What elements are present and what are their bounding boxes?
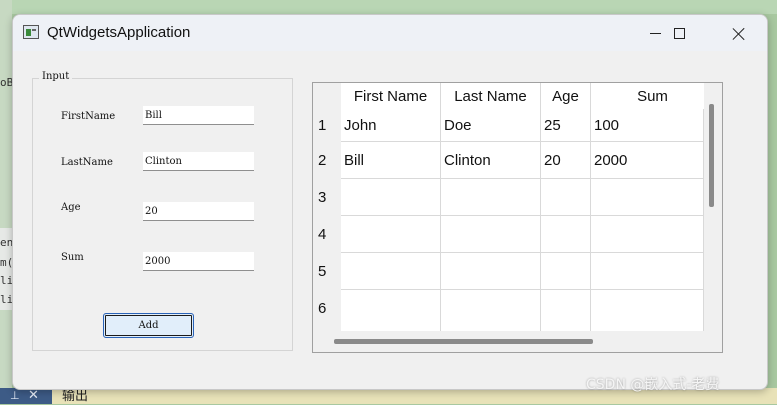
desktop-background (0, 0, 777, 14)
sum-input[interactable] (143, 252, 254, 271)
row-header[interactable]: 4 (313, 216, 341, 253)
table-cell[interactable] (541, 179, 591, 216)
horizontal-scroll-thumb[interactable] (334, 339, 593, 344)
output-panel-label[interactable]: 输出 (62, 389, 88, 405)
table-cell[interactable]: 100 (591, 109, 704, 142)
column-header-first-name[interactable]: First Name (341, 83, 441, 109)
horizontal-scrollbar[interactable] (313, 331, 722, 352)
row-header[interactable]: 3 (313, 179, 341, 216)
vertical-scrollbar[interactable] (704, 83, 722, 331)
age-label: Age (61, 202, 81, 213)
row-header[interactable]: 2 (313, 142, 341, 179)
lastname-label: LastName (61, 157, 113, 168)
close-icon (732, 27, 745, 40)
window-title: QtWidgetsApplication (47, 24, 191, 41)
close-panel-icon[interactable]: ✕ (28, 388, 39, 404)
table-cell[interactable] (591, 253, 704, 290)
title-bar[interactable]: QtWidgetsApplication (13, 15, 767, 51)
column-header-age[interactable]: Age (541, 83, 591, 109)
firstname-input[interactable] (143, 106, 254, 125)
add-button[interactable]: Add (103, 313, 194, 338)
close-button[interactable] (715, 15, 761, 51)
table-cell[interactable] (541, 253, 591, 290)
ide-panel-tab[interactable] (0, 388, 52, 404)
table-cell[interactable] (341, 290, 441, 331)
input-group-title: Input (39, 71, 73, 82)
pin-icon[interactable]: ⊥ (10, 388, 20, 404)
age-input[interactable] (143, 202, 254, 221)
table-cell[interactable] (341, 253, 441, 290)
row-header[interactable]: 5 (313, 253, 341, 290)
app-window: QtWidgetsApplication Input FirstName Las… (12, 14, 768, 390)
firstname-label: FirstName (61, 111, 116, 122)
row-header[interactable]: 1 (313, 109, 341, 142)
watermark: CSDN @嵌入式-老费 (586, 377, 720, 393)
table-cell[interactable] (441, 216, 541, 253)
table-cell[interactable] (591, 216, 704, 253)
vertical-scroll-thumb[interactable] (709, 104, 714, 207)
column-header-sum[interactable]: Sum (591, 83, 715, 109)
table-cell[interactable] (541, 290, 591, 331)
table-cell[interactable] (441, 290, 541, 331)
table-cell[interactable]: Clinton (441, 142, 541, 179)
ide-left-edge (0, 0, 12, 404)
table-cell[interactable]: Bill (341, 142, 441, 179)
table-cell[interactable] (591, 179, 704, 216)
table-corner (313, 83, 341, 109)
app-icon (23, 25, 39, 39)
sum-label: Sum (61, 252, 84, 263)
table-cell[interactable] (341, 179, 441, 216)
data-table[interactable]: First Name Last Name Age Sum 1 2 3 4 5 6… (312, 82, 723, 353)
maximize-icon (673, 27, 685, 39)
table-cell[interactable] (441, 179, 541, 216)
table-cell[interactable] (441, 253, 541, 290)
table-cell[interactable] (541, 216, 591, 253)
table-cell[interactable] (341, 216, 441, 253)
maximize-button[interactable] (656, 15, 702, 51)
table-cell[interactable]: 20 (541, 142, 591, 179)
table-cell[interactable]: 2000 (591, 142, 704, 179)
lastname-input[interactable] (143, 152, 254, 171)
column-header-last-name[interactable]: Last Name (441, 83, 541, 109)
row-header[interactable]: 6 (313, 290, 341, 327)
table-cell[interactable]: John (341, 109, 441, 142)
table-cell[interactable]: 25 (541, 109, 591, 142)
table-cell[interactable] (591, 290, 704, 331)
table-cell[interactable]: Doe (441, 109, 541, 142)
